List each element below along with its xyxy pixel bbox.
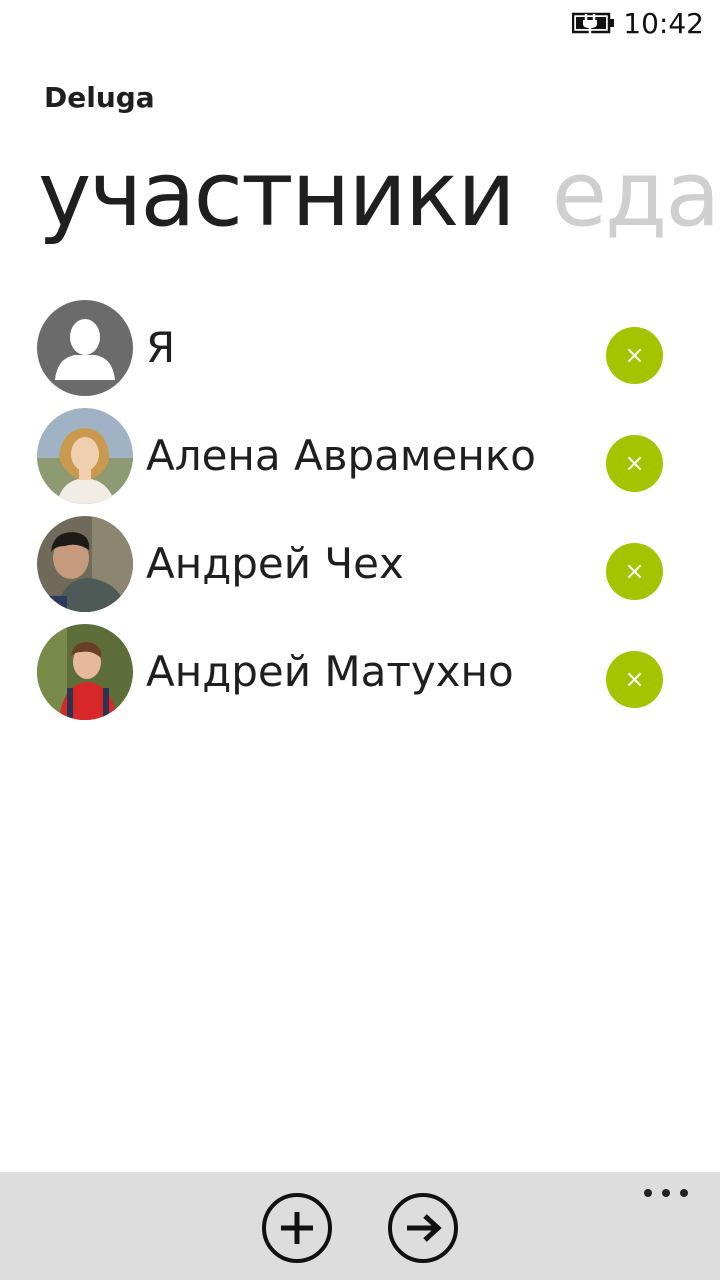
more-dots-icon[interactable] <box>644 1184 688 1200</box>
battery-charging-icon <box>572 12 614 34</box>
remove-participant-button[interactable]: × <box>606 651 663 708</box>
close-icon: × <box>624 341 645 369</box>
avatar <box>37 624 133 720</box>
close-icon: × <box>624 557 645 585</box>
participant-name: Андрей Матухно <box>146 647 514 696</box>
participant-name: Алена Авраменко <box>146 431 536 480</box>
default-user-icon <box>37 300 133 396</box>
participant-list: Я × Алена Авраменко × Андрей Чех × Андре… <box>0 300 720 732</box>
participant-row[interactable]: Андрей Чех × <box>0 516 720 624</box>
remove-participant-button[interactable]: × <box>606 543 663 600</box>
participant-row[interactable]: Алена Авраменко × <box>0 408 720 516</box>
avatar <box>37 408 133 504</box>
participant-name: Я <box>146 323 176 372</box>
avatar <box>37 516 133 612</box>
remove-participant-button[interactable]: × <box>606 327 663 384</box>
status-bar: 10:42 <box>0 0 720 48</box>
clock: 10:42 <box>623 7 704 40</box>
app-title: Deluga <box>44 81 155 114</box>
participant-row[interactable]: Я × <box>0 300 720 408</box>
pivot-tab-participants[interactable]: участники <box>38 140 516 250</box>
add-icon[interactable] <box>261 1192 333 1264</box>
close-icon: × <box>624 665 645 693</box>
pivot-tab-food[interactable]: еда <box>552 140 720 250</box>
app-bar <box>0 1172 720 1280</box>
participant-row[interactable]: Андрей Матухно × <box>0 624 720 732</box>
participant-name: Андрей Чех <box>146 539 404 588</box>
arrow-right-icon[interactable] <box>387 1192 459 1264</box>
pivot-header: участники еда <box>38 140 720 250</box>
close-icon: × <box>624 449 645 477</box>
remove-participant-button[interactable]: × <box>606 435 663 492</box>
